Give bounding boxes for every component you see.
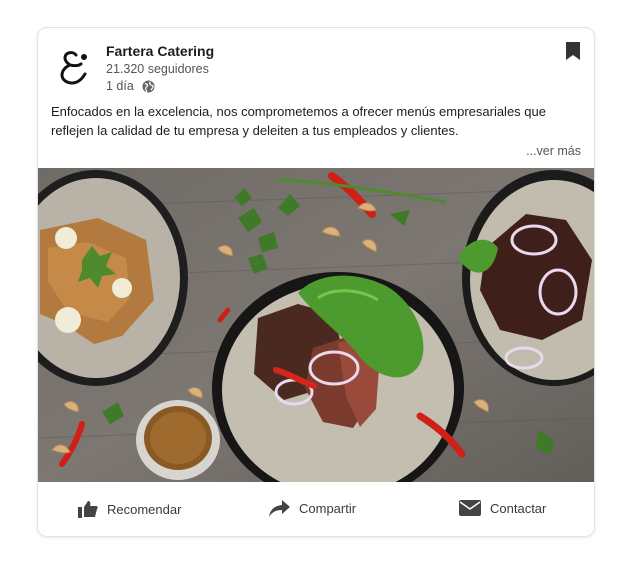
- thumbs-up-icon: [78, 501, 98, 518]
- recommend-button[interactable]: Recomendar: [78, 500, 181, 518]
- contact-label: Contactar: [490, 500, 547, 516]
- followers-count: 21.320 seguidores: [106, 62, 209, 76]
- share-arrow-icon: [269, 500, 290, 517]
- action-bar: Recomendar Compartir Contactar: [38, 482, 594, 536]
- recommend-label: Recomendar: [107, 501, 182, 517]
- food-photo[interactable]: [38, 168, 594, 482]
- post-card: Fartera Catering 21.320 seguidores 1 día…: [37, 27, 595, 537]
- envelope-icon: [459, 500, 481, 516]
- company-name[interactable]: Fartera Catering: [106, 43, 214, 59]
- post-description: Enfocados en la excelencia, nos comprome…: [51, 104, 546, 138]
- contact-button[interactable]: Contactar: [459, 500, 546, 516]
- company-logo[interactable]: [54, 45, 94, 87]
- share-label: Compartir: [299, 501, 357, 516]
- share-button[interactable]: Compartir: [269, 500, 356, 517]
- post-meta: 1 día: [106, 79, 155, 93]
- bookmark-icon[interactable]: [566, 42, 580, 60]
- post-time: 1 día: [106, 79, 134, 93]
- see-more-link[interactable]: ...ver más: [526, 144, 581, 158]
- globe-icon: [142, 79, 155, 93]
